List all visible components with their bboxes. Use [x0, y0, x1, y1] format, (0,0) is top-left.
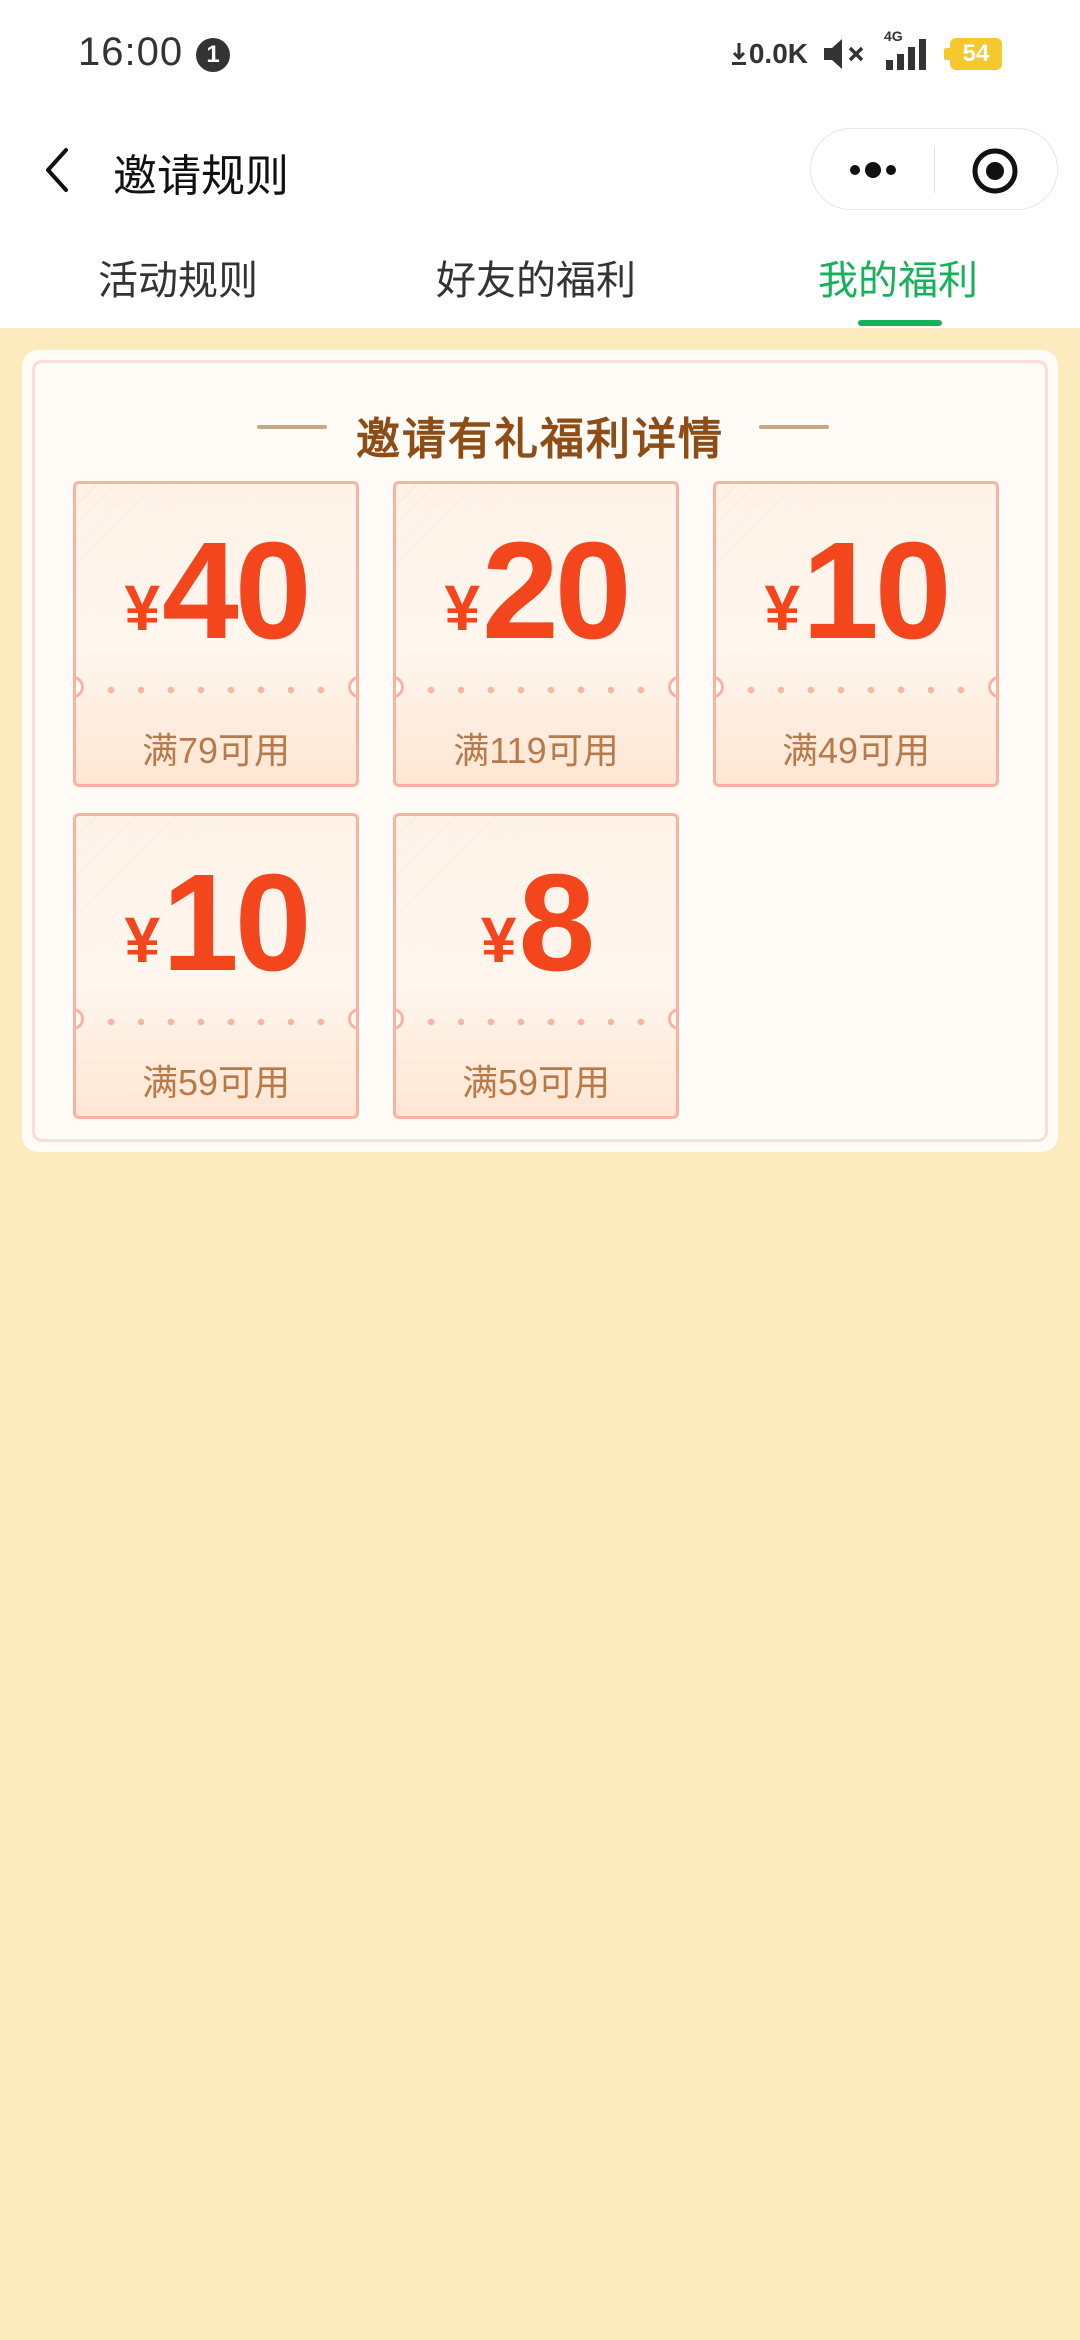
coupon-notch	[668, 1008, 676, 1030]
net-speed-value: 0.0K	[748, 38, 808, 69]
coupon-card[interactable]: ¥10 满59可用	[73, 813, 359, 1119]
coupon-dotted-divider	[416, 686, 656, 694]
notification-badge: 1	[196, 38, 230, 72]
active-tab-indicator	[858, 320, 942, 326]
mute-icon	[822, 36, 870, 72]
tab-friend-benefits[interactable]: 好友的福利	[436, 248, 636, 306]
tab-bar: 活动规则 好友的福利 我的福利	[0, 230, 1080, 328]
coupon-condition: 满79可用	[141, 730, 291, 771]
coupon-notch	[348, 1008, 356, 1030]
coupon-condition: 满59可用	[461, 1062, 611, 1103]
currency-symbol: ¥	[444, 572, 481, 644]
coupon-condition: 满119可用	[453, 730, 619, 771]
signal-icon: 4G	[884, 28, 936, 72]
title-line-right	[759, 425, 829, 429]
more-dots-icon[interactable]	[843, 153, 903, 187]
coupon-dotted-divider	[96, 686, 336, 694]
tab-my-benefits[interactable]: 我的福利	[818, 248, 978, 306]
network-type: 4G	[884, 28, 903, 44]
target-circle-icon[interactable]	[971, 147, 1019, 195]
coupon-value: 20	[482, 514, 631, 668]
coupon-notch	[76, 676, 84, 698]
net-speed: 0.0K	[731, 38, 808, 70]
benefits-panel-border: 邀请有礼福利详情 ¥40 满79可用 ¥20 满119可用 ¥10 满49可用 …	[32, 360, 1048, 1142]
chevron-left-icon[interactable]	[36, 144, 80, 196]
panel-title-row: 邀请有礼福利详情	[35, 403, 1045, 467]
coupon-condition: 满49可用	[781, 730, 931, 771]
coupon-value: 10	[162, 846, 311, 1000]
coupon-notch	[348, 676, 356, 698]
coupon-value: 10	[802, 514, 951, 668]
status-time: 16:00	[78, 30, 184, 74]
page-title: 邀请规则	[113, 152, 289, 201]
coupon-amount: ¥20	[396, 512, 676, 671]
download-arrow-icon	[731, 43, 746, 65]
coupon-card[interactable]: ¥20 满119可用	[393, 481, 679, 787]
status-indicators: 0.0K 4G 54	[731, 28, 1002, 76]
currency-symbol: ¥	[764, 572, 801, 644]
battery-indicator: 54	[944, 38, 1002, 70]
coupon-value: 8	[518, 846, 595, 1000]
coupon-card[interactable]: ¥8 满59可用	[393, 813, 679, 1119]
mini-program-capsule	[810, 128, 1058, 210]
nav-bar: 邀请规则	[0, 110, 1080, 230]
coupon-dotted-divider	[736, 686, 976, 694]
coupon-dotted-divider	[96, 1018, 336, 1026]
coupon-notch	[716, 676, 724, 698]
coupon-notch	[668, 676, 676, 698]
coupon-amount: ¥8	[396, 844, 676, 1003]
coupon-notch	[988, 676, 996, 698]
benefits-panel: 邀请有礼福利详情 ¥40 满79可用 ¥20 满119可用 ¥10 满49可用 …	[22, 350, 1058, 1152]
status-bar: 16:00 1 0.0K 4G 54	[0, 0, 1080, 110]
coupon-card[interactable]: ¥40 满79可用	[73, 481, 359, 787]
coupon-amount: ¥10	[716, 512, 996, 671]
capsule-divider	[934, 147, 935, 193]
coupon-notch	[76, 1008, 84, 1030]
coupon-amount: ¥10	[76, 844, 356, 1003]
currency-symbol: ¥	[480, 904, 517, 976]
coupon-card[interactable]: ¥10 满49可用	[713, 481, 999, 787]
coupon-amount: ¥40	[76, 512, 356, 671]
coupon-value: 40	[162, 514, 311, 668]
currency-symbol: ¥	[124, 904, 161, 976]
panel-title: 邀请有礼福利详情	[356, 415, 724, 464]
coupon-condition: 满59可用	[141, 1062, 291, 1103]
coupon-dotted-divider	[416, 1018, 656, 1026]
currency-symbol: ¥	[124, 572, 161, 644]
tab-activity-rules[interactable]: 活动规则	[98, 248, 258, 306]
coupon-notch	[396, 1008, 404, 1030]
coupon-notch	[396, 676, 404, 698]
